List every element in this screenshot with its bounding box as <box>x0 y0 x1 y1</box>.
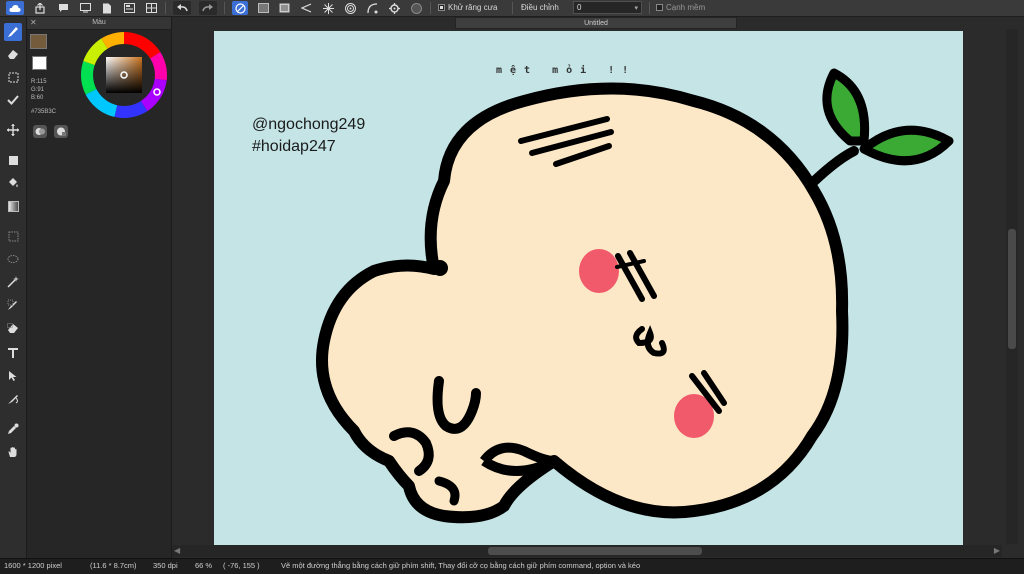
adjust-dropdown[interactable]: 0 ▾ <box>573 1 642 14</box>
status-dpi: 350 dpi <box>153 561 178 570</box>
page-icon[interactable] <box>100 1 114 15</box>
color-sub-button-2[interactable] <box>54 125 68 138</box>
red-value: R:115 <box>31 79 47 85</box>
status-zoom: 66 % <box>195 561 213 570</box>
chat-icon[interactable] <box>56 1 70 15</box>
status-bar: 1600 * 1200 pixel (11.6 * 8.7cm) 350 dpi… <box>0 558 1024 574</box>
select-pen-tool-icon[interactable] <box>4 296 22 314</box>
color-sub-button-1[interactable] <box>33 125 47 138</box>
antialias-checkbox[interactable] <box>438 4 445 11</box>
select-rect-tool-icon[interactable] <box>4 68 22 86</box>
vertical-scrollbar[interactable] <box>1006 29 1018 544</box>
green-value: G:91 <box>31 87 45 93</box>
radial-icon[interactable] <box>320 1 336 15</box>
monitor-icon[interactable] <box>78 1 92 15</box>
blue-value: B:60 <box>31 95 44 101</box>
blur-tool-icon[interactable] <box>4 390 22 408</box>
tool-palette <box>0 17 27 558</box>
operation-tool-icon[interactable] <box>4 367 22 385</box>
color-panel: ✕ Màu R:115 G:91 B:60 #735B3C <box>27 17 172 558</box>
status-cm-size: (11.6 * 8.7cm) <box>90 561 137 570</box>
drawing-canvas[interactable]: @ngochong249 #hoidap247 mệt mỏi !! <box>214 31 963 545</box>
scroll-right-icon[interactable]: ▶ <box>994 546 1000 555</box>
perspective-icon[interactable] <box>298 1 314 15</box>
color-wheel[interactable] <box>81 32 167 118</box>
app-cloud-icon[interactable] <box>6 1 24 15</box>
top-toolbar: Khử răng cưa Điều chỉnh 0 ▾ Cạnh mềm <box>0 0 1024 17</box>
status-hint: Vẽ một đường thẳng bằng cách giữ phím sh… <box>281 561 641 570</box>
horizontal-scrollbar[interactable]: ◀ ▶ <box>172 545 1002 557</box>
soft-edge-label: Cạnh mềm <box>666 3 706 12</box>
text-tool-icon[interactable] <box>4 344 22 362</box>
ruler-off-icon[interactable] <box>408 1 424 15</box>
redo-icon[interactable] <box>199 1 217 15</box>
magic-wand-tool-icon[interactable] <box>4 273 22 291</box>
horizontal-scroll-thumb[interactable] <box>488 547 702 555</box>
deselect-icon[interactable] <box>232 1 248 15</box>
hex-value: #735B3C <box>31 109 57 115</box>
bucket-tool-icon[interactable] <box>4 174 22 192</box>
status-pixel-size: 1600 * 1200 pixel <box>4 561 62 570</box>
move-tool-icon[interactable] <box>4 121 22 139</box>
layers-panel-icon[interactable] <box>122 1 136 15</box>
secondary-color-swatch[interactable] <box>32 56 47 70</box>
character-illustration <box>316 68 954 524</box>
soft-edge-checkbox[interactable] <box>656 4 663 11</box>
color-panel-title: Màu <box>92 19 106 26</box>
concentric-icon[interactable] <box>342 1 358 15</box>
primary-color-swatch[interactable] <box>30 34 47 49</box>
eyedropper-tool-icon[interactable] <box>4 420 22 438</box>
adjust-value: 0 <box>577 3 582 12</box>
document-tab[interactable]: Untitled <box>455 17 737 29</box>
select-all-icon[interactable] <box>255 1 271 15</box>
status-cursor: ( -76, 155 ) <box>223 561 260 570</box>
undo-icon[interactable] <box>173 1 191 15</box>
share-icon[interactable] <box>33 1 47 15</box>
select-eraser-tool-icon[interactable] <box>4 319 22 337</box>
gradient-tool-icon[interactable] <box>4 197 22 215</box>
settings-gear-icon[interactable] <box>386 1 402 15</box>
invert-selection-icon[interactable] <box>276 1 292 15</box>
grid-panel-icon[interactable] <box>144 1 158 15</box>
antialias-label: Khử răng cưa <box>448 3 498 12</box>
hand-tool-icon[interactable] <box>4 443 22 461</box>
vertical-scroll-thumb[interactable] <box>1008 229 1016 349</box>
curve-ruler-icon[interactable] <box>364 1 380 15</box>
lasso-tool-icon[interactable] <box>4 250 22 268</box>
check-tool-icon[interactable] <box>4 91 22 109</box>
adjust-label: Điều chỉnh <box>521 3 559 12</box>
chevron-down-icon: ▾ <box>634 5 638 12</box>
brush-tool-icon[interactable] <box>4 23 22 41</box>
eraser-tool-icon[interactable] <box>4 45 22 63</box>
marquee-tool-icon[interactable] <box>4 227 22 245</box>
shape-fill-tool-icon[interactable] <box>4 151 22 169</box>
scroll-left-icon[interactable]: ◀ <box>174 546 180 555</box>
color-panel-header: ✕ Màu <box>27 17 171 30</box>
